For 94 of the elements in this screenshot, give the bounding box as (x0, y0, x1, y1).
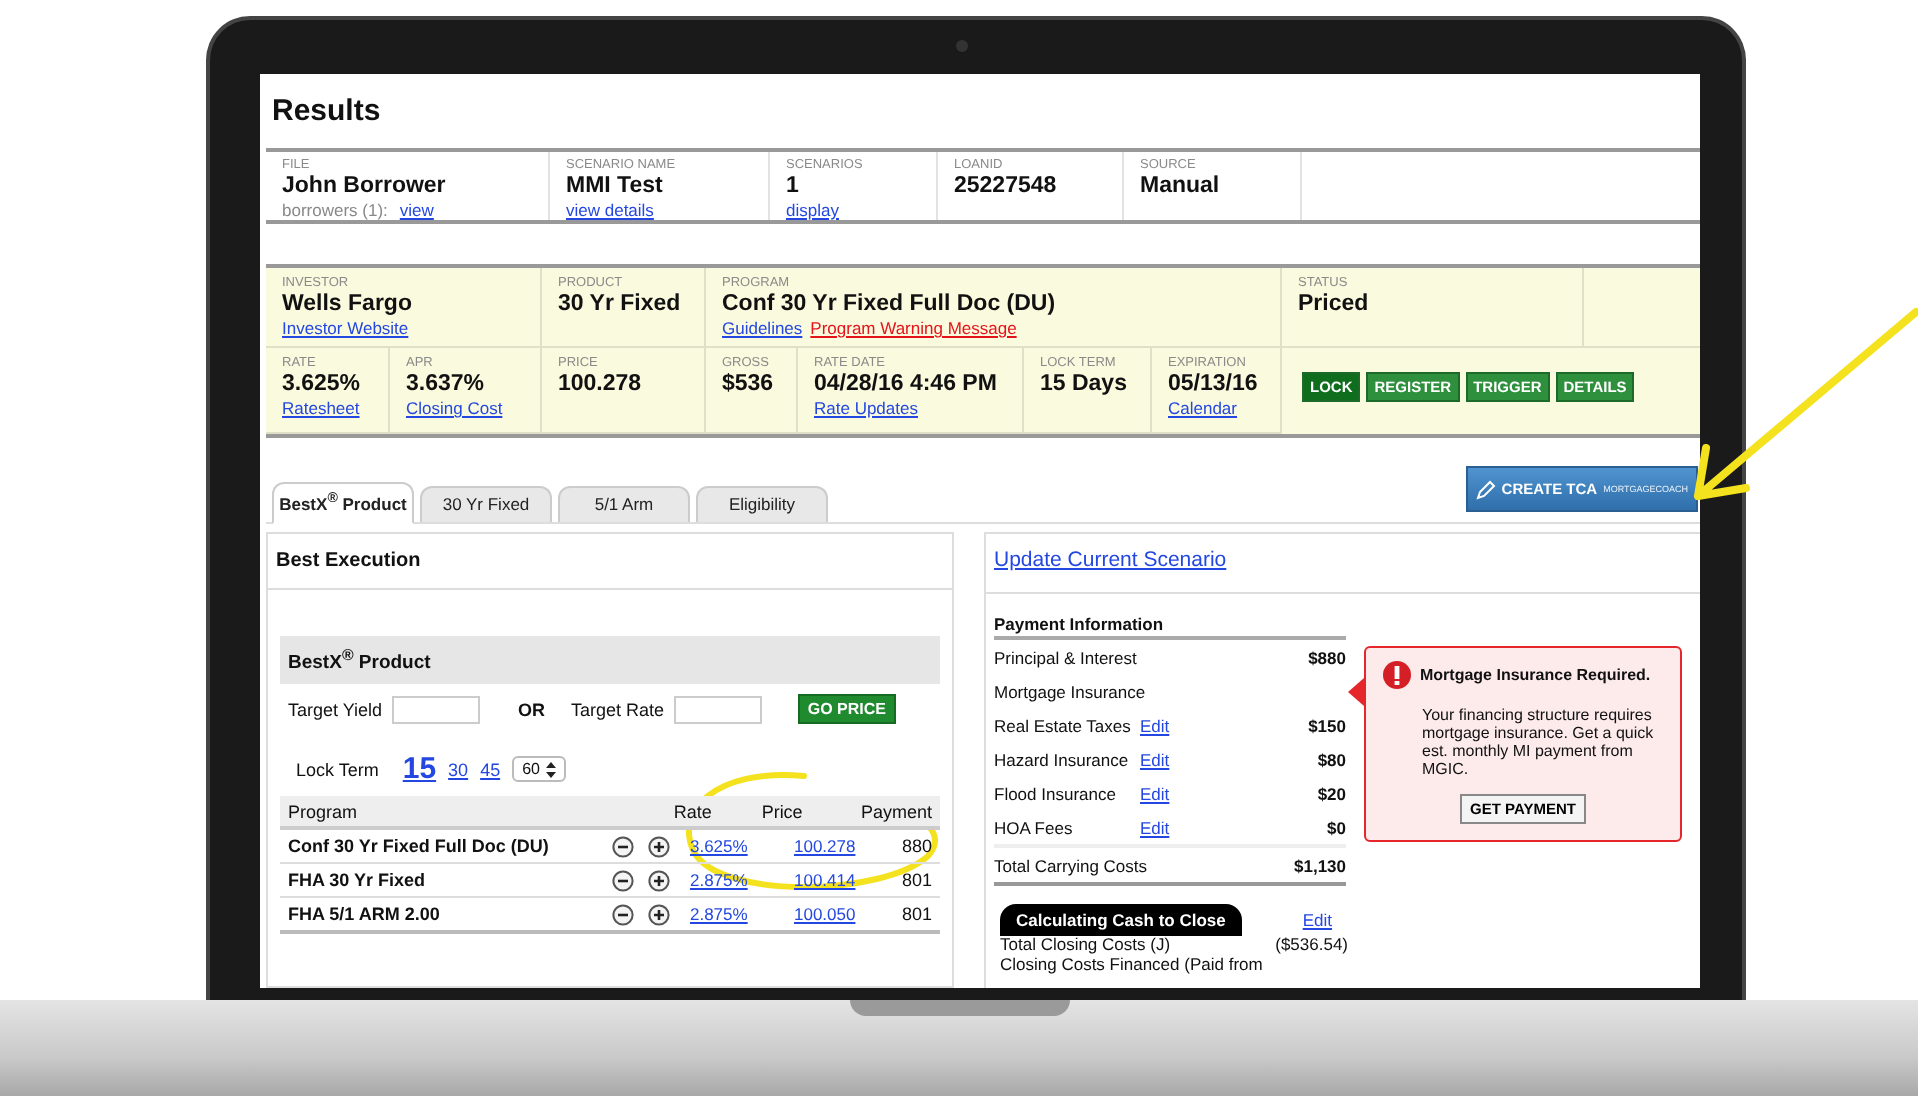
field-value: 30 Yr Fixed (558, 292, 683, 318)
or-label: OR (518, 699, 546, 720)
payment-value: $880 (1308, 647, 1346, 667)
target-rate-field[interactable] (674, 695, 763, 724)
payment-value: $20 (1317, 783, 1346, 803)
payment-cell: 801 (901, 870, 933, 891)
field-value: Priced (1298, 292, 1371, 318)
column-header: Rate (673, 801, 714, 822)
rate-link[interactable]: 2.875% (689, 870, 786, 891)
field-value: 3.625% (282, 372, 363, 398)
payment-cell: 880 (901, 836, 933, 857)
field-value: 05/13/16 (1168, 372, 1260, 398)
program-cell-text: FHA 30 Yr Fixed (288, 870, 428, 891)
field-value: 15 Days (1040, 372, 1129, 398)
payment-label: Principal & Interest (994, 647, 1139, 667)
panel-title: Best Execution (268, 534, 952, 590)
field-link[interactable]: view (399, 200, 434, 220)
alert-icon (1382, 660, 1412, 690)
column-header: Program (288, 801, 360, 822)
plus-icon[interactable] (647, 869, 670, 892)
field-link[interactable]: Calendar (1168, 398, 1237, 418)
payment-value: $150 (1308, 715, 1346, 735)
field-link[interactable]: Guidelines (722, 318, 803, 338)
payment-value: $0 (1327, 817, 1346, 837)
plus-icon[interactable] (647, 835, 670, 858)
field-label: Target Rate (571, 699, 665, 720)
field-link[interactable]: view details (566, 200, 654, 220)
section-title: Payment Information (994, 614, 1346, 640)
field-value: 100.278 (558, 372, 644, 398)
go-price-button[interactable]: GO PRICE (797, 694, 896, 725)
rate-link[interactable]: 2.875% (689, 904, 786, 925)
field-value: 04/28/16 4:46 PM (814, 372, 999, 398)
column-header: Payment (860, 801, 932, 822)
edit-link[interactable]: Edit (1302, 910, 1332, 930)
cash-value: ($536.54) (1275, 936, 1348, 955)
edit-link[interactable]: Edit (1140, 715, 1170, 735)
payment-label: Flood Insurance (994, 783, 1118, 803)
price-link[interactable]: 100.278 (793, 836, 894, 857)
pencil-icon (1475, 479, 1496, 499)
page-title: Results (270, 92, 383, 128)
field-value: 1 (786, 174, 801, 200)
payment-label: Hazard Insurance (994, 749, 1131, 769)
field-value: Conf 30 Yr Fixed Full Doc (DU) (722, 292, 1058, 318)
tab[interactable]: Eligibility (696, 486, 828, 522)
updown-icon (545, 761, 556, 778)
total-value: $1,130 (1294, 855, 1346, 875)
minus-icon[interactable] (611, 835, 634, 858)
field-value: $536 (722, 372, 776, 398)
payment-label: Mortgage Insurance (994, 681, 1140, 701)
minus-icon[interactable] (611, 869, 634, 892)
lock-term-link[interactable]: 30 (448, 759, 469, 780)
field-link[interactable]: display (786, 200, 839, 220)
tab[interactable]: BestX$^{®}$ Product (272, 482, 414, 524)
payment-label: Real Estate Taxes (994, 715, 1133, 735)
edit-link[interactable]: Edit (1140, 749, 1170, 769)
field-label: Lock Term (296, 759, 379, 780)
cash-label: Total Closing Costs (J) (1000, 936, 1171, 955)
column-header: Price (761, 801, 805, 822)
minus-icon[interactable] (611, 903, 634, 926)
field-link[interactable]: Investor Website (282, 318, 409, 338)
alert-title: Mortgage Insurance Required. (1420, 666, 1651, 684)
section-header: BestX$^{®}$ Product (280, 636, 940, 685)
lock-term-link[interactable]: 15 (402, 752, 437, 787)
tab[interactable]: 30 Yr Fixed (420, 486, 552, 522)
field-value: 3.637% (406, 372, 487, 398)
total-label: Total Carrying Costs (994, 855, 1148, 875)
update-scenario-link[interactable]: Update Current Scenario (994, 548, 1227, 572)
cash-label: Closing Costs Financed (Paid from (1000, 955, 1263, 974)
edit-link[interactable]: Edit (1140, 783, 1170, 803)
price-link[interactable]: 100.050 (793, 904, 894, 925)
payment-value: $80 (1317, 749, 1346, 769)
field-value: Manual (1140, 174, 1220, 200)
target-yield-field[interactable] (392, 695, 481, 724)
field-label: Target Yield (288, 699, 383, 720)
alert-message: Your financing structure requires mortgage insurance. Get a quick est. monthly MI payment from MGIC. (1422, 706, 1656, 778)
program-cell-text: FHA 5/1 ARM 2.00 (288, 904, 442, 925)
field-value: MMI Test (566, 174, 665, 200)
field-link[interactable]: Ratesheet (282, 398, 360, 418)
field-link[interactable]: Rate Updates (814, 398, 918, 418)
field-value: Wells Fargo (282, 292, 414, 318)
plus-icon[interactable] (647, 903, 670, 926)
field-value: 25227548 (954, 174, 1059, 200)
program-cell-text: Conf 30 Yr Fixed Full Doc (DU) (288, 836, 551, 857)
field-note: borrowers (1): (282, 200, 388, 220)
payment-label: HOA Fees (994, 817, 1075, 837)
lock-term-link[interactable]: 45 (480, 759, 501, 780)
field-value: John Borrower (282, 174, 448, 200)
tab[interactable]: 5/1 Arm (558, 486, 690, 522)
field-link[interactable]: Closing Cost (406, 398, 503, 418)
edit-link[interactable]: Edit (1140, 817, 1170, 837)
camera-icon (956, 40, 968, 52)
lock-term-select[interactable]: 60 (512, 756, 566, 783)
payment-cell: 801 (901, 904, 933, 925)
warning-link[interactable]: Program Warning Message (810, 318, 1017, 338)
